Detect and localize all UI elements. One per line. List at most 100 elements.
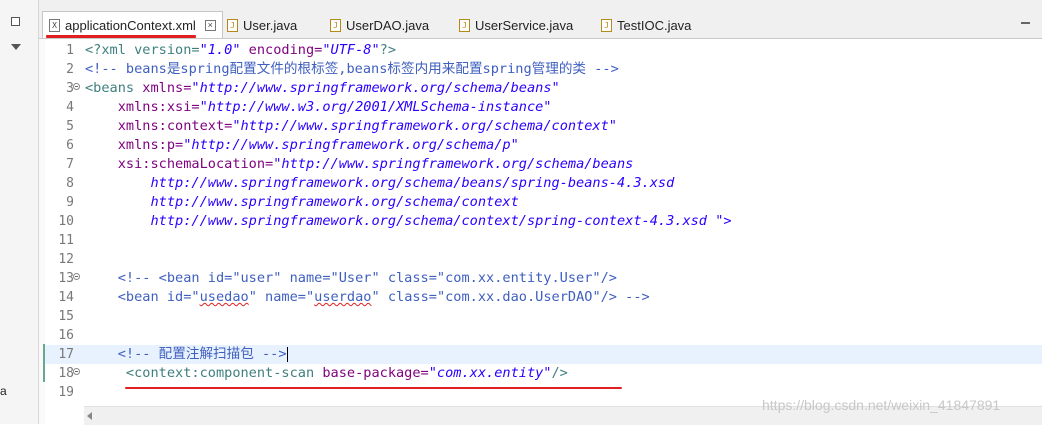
comment: <!-- beans是spring配置文件的根标签,beans标签内用来配置sp… xyxy=(85,61,619,77)
tab-label: UserService.java xyxy=(475,17,574,33)
attr-value: "com.xx.entity" xyxy=(428,365,552,381)
annotation-underline xyxy=(46,35,196,38)
code-editor[interactable]: 1 <?xml version="1.0" encoding="UTF-8"?>… xyxy=(45,39,1042,406)
line-number: 11 xyxy=(58,233,74,248)
code-line: 5 xmlns:context="http://www.springframew… xyxy=(45,117,1042,136)
attr-name: base-package= xyxy=(314,365,429,381)
attr-value: "http://www.springframework.org/schema/b… xyxy=(273,156,634,172)
line-number: 17 xyxy=(58,347,74,362)
line-number: 10 xyxy=(58,214,74,229)
attr-name: encoding= xyxy=(240,42,323,58)
attr-value: "UTF-8" xyxy=(322,42,380,58)
code-line: 18 <context:component-scan base-package=… xyxy=(45,364,1042,383)
code-line: 10 http://www.springframework.org/schema… xyxy=(45,212,1042,231)
minimize-icon[interactable] xyxy=(1021,22,1030,24)
line-number: 19 xyxy=(58,385,74,400)
attr-value: "1.0" xyxy=(199,42,241,58)
view-strip: a xyxy=(0,0,39,424)
attr-value: http://www.springframework.org/schema/co… xyxy=(85,213,716,229)
attr-name: xsi:schemaLocation= xyxy=(85,156,274,172)
comment: " class="com.xx.dao.UserDAO"/> --> xyxy=(371,289,650,305)
comment: <!-- <bean id="user" name="User" class="… xyxy=(85,270,617,286)
attr-name: xmlns= xyxy=(134,80,192,96)
line-number: 9 xyxy=(66,195,74,210)
code-line: 1 <?xml version="1.0" encoding="UTF-8"?> xyxy=(45,41,1042,60)
code-line: 8 http://www.springframework.org/schema/… xyxy=(45,174,1042,193)
view-menu-chevron-icon[interactable] xyxy=(11,44,21,50)
code-line: 3 <beans xmlns="http://www.springframewo… xyxy=(45,79,1042,98)
attr-value: "http://www.springframework.org/schema/p… xyxy=(183,137,519,153)
line-number: 5 xyxy=(66,119,74,134)
java-file-icon: J xyxy=(330,18,341,32)
comment: " name=" xyxy=(248,289,315,305)
line-number: 4 xyxy=(66,100,74,115)
code-line: 2 <!-- beans是spring配置文件的根标签,beans标签内用来配置… xyxy=(45,60,1042,79)
attr-value: "http://www.springframework.org/schema/c… xyxy=(232,118,617,134)
xml-declaration-end: ?> xyxy=(379,42,397,58)
tab-label: applicationContext.xml xyxy=(65,17,196,33)
annotation-underline xyxy=(125,387,622,389)
code-line: 11 xyxy=(45,231,1042,250)
spelling-error: userdao xyxy=(314,289,372,305)
tag-name: <beans xyxy=(85,80,135,96)
code-line-current: 17 <!-- 配置注解扫描包 --> xyxy=(45,345,1042,364)
attr-value: http://www.springframework.org/schema/co… xyxy=(85,194,519,210)
close-icon[interactable]: × xyxy=(204,19,216,31)
code-line: 16 xyxy=(45,326,1042,345)
tab-label: TestIOC.java xyxy=(617,17,692,33)
tab-userdao-java[interactable]: J UserDAO.java xyxy=(330,12,429,38)
comment: <!-- 配置注解扫描包 --> xyxy=(85,346,287,362)
code-line: 7 xsi:schemaLocation="http://www.springf… xyxy=(45,155,1042,174)
code-line: 14 <bean id="usedao" name="userdao" clas… xyxy=(45,288,1042,307)
tag-end: "> xyxy=(715,213,732,229)
line-number: 12 xyxy=(58,252,74,267)
editor-tab-bar: X applicationContext.xml × J User.java J… xyxy=(39,0,1042,39)
watermark: https://blog.csdn.net/weixin_41847891 xyxy=(762,397,1001,413)
tab-userservice-java[interactable]: J UserService.java xyxy=(459,12,573,38)
code-line: 13 <!-- <bean id="user" name="User" clas… xyxy=(45,269,1042,288)
attr-name: xmlns:xsi= xyxy=(85,99,200,115)
attr-name: xmlns:p= xyxy=(85,137,184,153)
xml-declaration: <?xml version= xyxy=(85,42,200,58)
tab-label: User.java xyxy=(243,17,298,33)
fold-toggle-icon[interactable] xyxy=(73,273,80,280)
scroll-left-icon[interactable] xyxy=(87,412,92,420)
line-number: 14 xyxy=(58,290,74,305)
comment: <bean id=" xyxy=(85,289,200,305)
tag-end: /> xyxy=(551,365,568,381)
tab-label: UserDAO.java xyxy=(346,17,430,33)
java-file-icon: J xyxy=(459,18,470,32)
attr-value: "http://www.springframework.org/schema/b… xyxy=(191,80,560,96)
attr-name: xmlns:context= xyxy=(85,118,233,134)
line-number: 1 xyxy=(66,43,74,58)
tab-user-java[interactable]: J User.java xyxy=(227,12,297,38)
attr-value: http://www.springframework.org/schema/be… xyxy=(85,175,675,191)
code-line: 9 http://www.springframework.org/schema/… xyxy=(45,193,1042,212)
xml-file-icon: X xyxy=(49,18,60,32)
spelling-error: usedao xyxy=(199,289,249,305)
line-number: 16 xyxy=(58,328,74,343)
code-line: 15 xyxy=(45,307,1042,326)
line-number: 18 xyxy=(58,366,74,381)
line-number: 7 xyxy=(66,157,74,172)
line-number: 3 xyxy=(66,81,74,96)
tab-application-context-xml[interactable]: X applicationContext.xml × xyxy=(42,11,223,38)
fold-toggle-icon[interactable] xyxy=(73,83,80,90)
tab-testioc-java[interactable]: J TestIOC.java xyxy=(601,12,691,38)
code-line: 4 xmlns:xsi="http://www.w3.org/2001/XMLS… xyxy=(45,98,1042,117)
code-line: 12 xyxy=(45,250,1042,269)
line-number: 6 xyxy=(66,138,74,153)
line-number: 2 xyxy=(66,62,74,77)
attr-value: "http://www.w3.org/2001/XMLSchema-instan… xyxy=(199,99,552,115)
text-caret xyxy=(286,346,288,362)
restore-icon[interactable] xyxy=(11,17,20,26)
fold-toggle-icon[interactable] xyxy=(73,368,80,375)
line-number: 13 xyxy=(58,271,74,286)
code-line: 6 xmlns:p="http://www.springframework.or… xyxy=(45,136,1042,155)
line-number: 8 xyxy=(66,176,74,191)
strip-letter: a xyxy=(0,384,7,398)
java-file-icon: J xyxy=(227,18,238,32)
line-number: 15 xyxy=(58,309,74,324)
java-file-icon: J xyxy=(601,18,612,32)
tag-name: <context:component-scan xyxy=(85,365,315,381)
